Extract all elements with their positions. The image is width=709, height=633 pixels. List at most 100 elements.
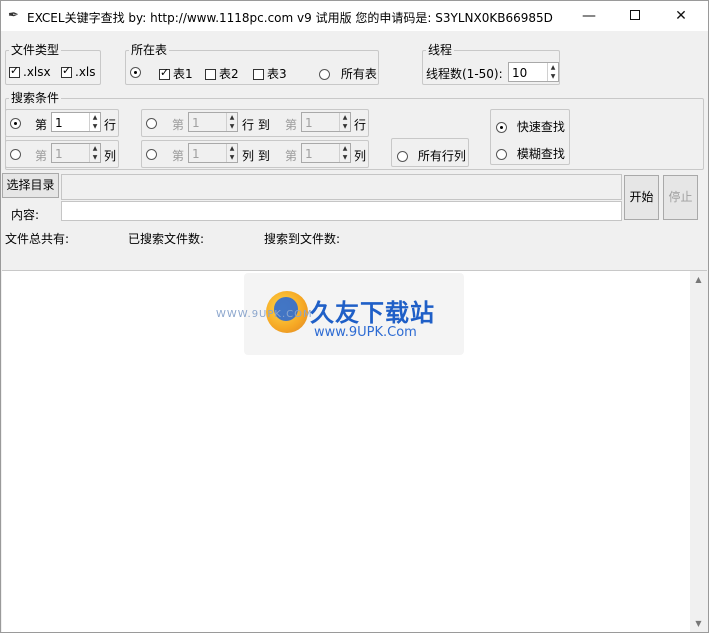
feather-icon: ✒ (8, 8, 19, 23)
range-row-suffix: 行 (354, 118, 367, 132)
single-row-radio-dot[interactable] (10, 118, 21, 129)
found-files-label: 搜索到文件数: (264, 232, 341, 246)
start-button[interactable]: 开始 (624, 175, 659, 220)
range-col-prefix2: 第 (285, 149, 298, 163)
content-input[interactable] (61, 201, 622, 221)
sheet1-label: 表1 (173, 67, 193, 81)
fuzzy-search-label: 模糊查找 (516, 147, 565, 161)
total-files-label: 文件总共有: (5, 232, 70, 246)
spin-down-icon: ▼ (342, 154, 348, 161)
range-row-mid: 行 到 (242, 118, 270, 132)
spin-up-icon: ▲ (92, 145, 98, 152)
search-legend: 搜索条件 (11, 91, 60, 105)
xls-label: .xls (75, 65, 96, 79)
sheet1-check-box[interactable] (159, 66, 170, 80)
close-button[interactable]: ✕ (658, 1, 704, 31)
fuzzy-search-radio-dot[interactable] (496, 149, 507, 160)
fast-search-label: 快速查找 (516, 120, 565, 134)
sheet3-checkbox[interactable]: 表3 (253, 65, 287, 82)
directory-path-field[interactable] (61, 174, 622, 200)
stop-button[interactable]: 停止 (663, 175, 698, 220)
sheet-select-radio[interactable] (130, 65, 144, 79)
range-row-to-spinbox[interactable]: 1 ▲ ▼ (301, 112, 351, 132)
single-col-radio-dot[interactable] (10, 149, 21, 160)
fuzzy-search-radio[interactable]: 模糊查找 (496, 145, 565, 162)
range-row-radio[interactable] (146, 116, 160, 130)
single-row-value: 1 (55, 116, 63, 130)
spin-up-icon: ▲ (550, 64, 556, 71)
thread-legend: 线程 (428, 43, 453, 57)
watermark-cn-text: 久友下载站 (310, 299, 435, 327)
range-row-to-arrows[interactable]: ▲ ▼ (339, 113, 350, 131)
range-col-radio-dot[interactable] (146, 149, 157, 160)
choose-directory-button[interactable]: 选择目录 (2, 173, 59, 198)
spin-down-icon: ▼ (92, 154, 98, 161)
watermark-small-text: WWW.9UPK.COM (216, 309, 313, 320)
range-col-to-spinbox[interactable]: 1 ▲ ▼ (301, 143, 351, 163)
searched-files-label: 已搜索文件数: (128, 232, 205, 246)
spin-up-icon: ▲ (229, 145, 235, 152)
thread-spin-arrows[interactable]: ▲ ▼ (547, 63, 558, 81)
range-col-from-arrows[interactable]: ▲ ▼ (226, 144, 237, 162)
sheet-select-radio-dot[interactable] (130, 67, 141, 78)
single-row-spinbox[interactable]: 1 ▲ ▼ (51, 112, 101, 132)
spin-up-icon: ▲ (229, 114, 235, 121)
content-label: 内容: (11, 208, 40, 222)
spin-up-icon: ▲ (342, 145, 348, 152)
fast-search-radio-dot[interactable] (496, 122, 507, 133)
single-col-spin-arrows[interactable]: ▲ ▼ (89, 144, 100, 162)
spin-down-icon: ▼ (229, 154, 235, 161)
single-row-radio[interactable] (10, 116, 24, 130)
spin-down-icon: ▼ (92, 123, 98, 130)
xls-checkbox[interactable]: .xls (61, 64, 96, 79)
spin-down-icon: ▼ (550, 73, 556, 80)
range-row-from-spinbox[interactable]: 1 ▲ ▼ (188, 112, 238, 132)
sheet2-label: 表2 (219, 67, 239, 81)
maximize-button[interactable] (612, 1, 658, 31)
all-rows-radio[interactable]: 所有行列 (397, 147, 466, 164)
range-row-to-value: 1 (305, 116, 313, 130)
title-bar: ✒ EXCEL关键字查找 by: http://www.1118pc.com v… (1, 1, 708, 31)
scroll-up-icon[interactable]: ▲ (690, 271, 707, 288)
range-col-mid: 列 到 (242, 149, 270, 163)
range-col-radio[interactable] (146, 147, 160, 161)
all-sheets-radio[interactable]: 所有表 (319, 65, 377, 82)
results-scrollbar[interactable]: ▲ ▼ (690, 271, 707, 632)
single-col-radio[interactable] (10, 147, 24, 161)
sheet3-check-box[interactable] (253, 69, 264, 80)
xls-check-box[interactable] (61, 64, 72, 78)
thread-count-spinbox[interactable]: 10 ▲ ▼ (508, 62, 559, 82)
single-col-spinbox[interactable]: 1 ▲ ▼ (51, 143, 101, 163)
range-col-to-arrows[interactable]: ▲ ▼ (339, 144, 350, 162)
range-row-prefix: 第 (172, 118, 185, 132)
all-rows-label: 所有行列 (417, 149, 466, 163)
xlsx-check-box[interactable] (9, 64, 20, 78)
all-rows-radio-dot[interactable] (397, 151, 408, 162)
range-row-from-value: 1 (192, 116, 200, 130)
range-col-prefix: 第 (172, 149, 185, 163)
fast-search-radio[interactable]: 快速查找 (496, 118, 565, 135)
minimize-button[interactable]: — (566, 1, 612, 31)
xlsx-label: .xlsx (23, 65, 51, 79)
all-sheets-radio-dot[interactable] (319, 69, 330, 80)
single-row-spin-arrows[interactable]: ▲ ▼ (89, 113, 100, 131)
single-row-suffix: 行 (104, 118, 117, 132)
sheet2-checkbox[interactable]: 表2 (205, 65, 239, 82)
range-row-radio-dot[interactable] (146, 118, 157, 129)
range-col-suffix: 列 (354, 149, 367, 163)
watermark-en-text: www.9UPK.Com (314, 325, 417, 340)
spin-down-icon: ▼ (342, 123, 348, 130)
scroll-down-icon[interactable]: ▼ (690, 615, 707, 632)
range-col-from-spinbox[interactable]: 1 ▲ ▼ (188, 143, 238, 163)
thread-count-value: 10 (512, 66, 528, 80)
xlsx-checkbox[interactable]: .xlsx (9, 64, 51, 79)
spin-up-icon: ▲ (342, 114, 348, 121)
sheet1-checkbox[interactable]: 表1 (159, 65, 193, 82)
sheet2-check-box[interactable] (205, 69, 216, 80)
sheet-legend: 所在表 (131, 43, 168, 57)
spin-up-icon: ▲ (92, 114, 98, 121)
single-col-suffix: 列 (104, 149, 117, 163)
range-row-from-arrows[interactable]: ▲ ▼ (226, 113, 237, 131)
single-col-prefix: 第 (35, 149, 48, 163)
all-sheets-label: 所有表 (340, 67, 377, 81)
